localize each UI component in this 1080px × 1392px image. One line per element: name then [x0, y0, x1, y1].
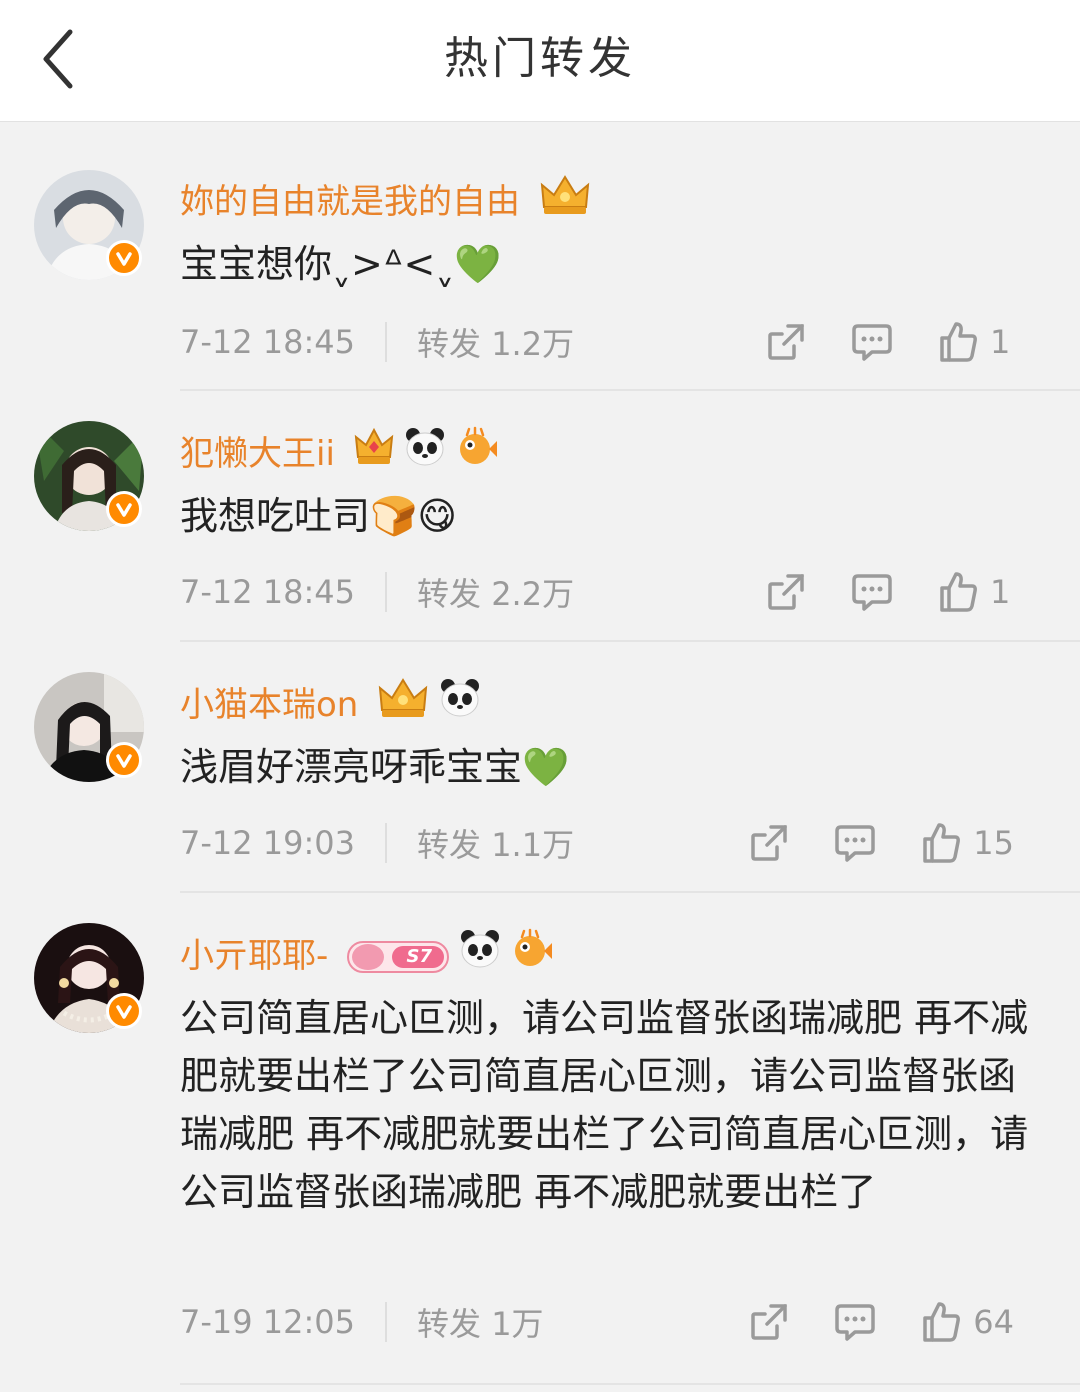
panda-badge-icon [403, 425, 447, 482]
repost-count: 转发 1.1万 [417, 826, 575, 864]
action-bar: 1 [764, 567, 1014, 617]
verified-badge-icon [106, 742, 142, 778]
crown-badge-icon [353, 425, 395, 482]
thumbs-up-icon [923, 823, 961, 863]
share-icon [768, 574, 804, 610]
verified-badge-icon [106, 993, 142, 1029]
comment-icon [835, 825, 876, 862]
action-bar: 15 [747, 818, 1014, 868]
verified-badge-icon [106, 240, 142, 276]
meta-row: 7-12 18:45 转发 1.2万 1 [180, 317, 1050, 367]
share-icon [751, 1304, 788, 1340]
s7-membership-badge-icon: S7 [346, 934, 450, 978]
share-icon [751, 825, 788, 861]
like-count: 64 [973, 1303, 1014, 1341]
repost-count: 转发 1.2万 [417, 325, 575, 363]
verified-badge-icon [106, 491, 142, 527]
username[interactable]: 小亓耶耶- [180, 932, 328, 980]
pufferfish-badge-icon [510, 927, 554, 984]
thumbs-up-icon [940, 572, 977, 612]
username-row[interactable]: 小猫本瑞on [180, 676, 482, 733]
avatar[interactable] [34, 421, 144, 531]
meta-row: 7-12 19:03 转发 1.1万 15 [180, 818, 1050, 868]
comment-button[interactable] [850, 570, 894, 614]
thumbs-up-icon [923, 1302, 961, 1342]
username-row[interactable]: 小亓耶耶- S7 [180, 927, 554, 984]
page-title: 热门转发 [444, 33, 636, 84]
meta-row: 7-19 12:05 转发 1万 64 [180, 1297, 1050, 1347]
repost-content: 宝宝想你ˬ>ᐞ<ˬ💚 [180, 242, 502, 286]
share-button[interactable] [747, 1300, 791, 1344]
top-bar: 热门转发 [0, 0, 1080, 122]
like-button[interactable]: 15 [919, 821, 1014, 865]
panda-badge-icon [458, 927, 502, 984]
timestamp: 7-12 19:03 [180, 824, 356, 862]
repost-count: 转发 1万 [417, 1305, 544, 1343]
separator [385, 823, 388, 863]
repost-item: 犯懒大王ii 我想吃吐司🍞😋 7-12 18:45 转发 2.2万 1 [0, 391, 1080, 642]
timestamp: 7-12 18:45 [180, 573, 356, 611]
like-count: 15 [973, 824, 1014, 862]
divider [180, 1383, 1080, 1385]
comment-button[interactable] [833, 821, 877, 865]
like-button[interactable]: 1 [936, 570, 1014, 614]
like-count: 1 [990, 573, 1011, 611]
like-button[interactable]: 1 [936, 320, 1014, 364]
timestamp: 7-19 12:05 [180, 1303, 356, 1341]
username[interactable]: 犯懒大王ii [180, 430, 335, 478]
username-row[interactable]: 犯懒大王ii [180, 425, 499, 482]
comment-button[interactable] [850, 320, 894, 364]
comment-button[interactable] [833, 1300, 877, 1344]
avatar[interactable] [34, 170, 144, 280]
separator [385, 1302, 388, 1342]
share-button[interactable] [747, 821, 791, 865]
crown-badge-icon [538, 173, 592, 230]
share-icon [768, 324, 804, 360]
pufferfish-badge-icon [455, 425, 499, 482]
comment-icon [852, 574, 892, 611]
like-button[interactable]: 64 [919, 1300, 1014, 1344]
action-bar: 1 [764, 317, 1014, 367]
username-row[interactable]: 妳的自由就是我的自由 [180, 173, 592, 230]
crown-badge-icon [376, 676, 430, 733]
username[interactable]: 妳的自由就是我的自由 [180, 178, 520, 226]
repost-item: 小亓耶耶- S7 公司简直居心叵测，请公司监督张函瑞减肥 再不减肥就要出栏了公司… [0, 893, 1080, 1392]
comment-icon [852, 324, 892, 361]
share-button[interactable] [764, 320, 808, 364]
username[interactable]: 小猫本瑞on [180, 681, 358, 729]
meta-row: 7-12 18:45 转发 2.2万 1 [180, 567, 1050, 617]
thumbs-up-icon [940, 322, 977, 362]
comment-icon [835, 1304, 876, 1341]
repost-item: 小猫本瑞on 浅眉好漂亮呀乖宝宝💚 7-12 19:03 转发 1.1万 15 [0, 642, 1080, 893]
separator [385, 572, 388, 612]
avatar[interactable] [34, 923, 144, 1033]
panda-badge-icon [438, 676, 482, 733]
separator [385, 322, 388, 362]
repost-list: 妳的自由就是我的自由 宝宝想你ˬ>ᐞ<ˬ💚 7-12 18:45 转发 1.2万 [0, 123, 1080, 1392]
avatar[interactable] [34, 672, 144, 782]
s7-text: S7 [406, 945, 433, 967]
repost-content: 公司简直居心叵测，请公司监督张函瑞减肥 再不减肥就要出栏了公司简直居心叵测，请公… [180, 996, 1029, 1214]
share-button[interactable] [764, 570, 808, 614]
timestamp: 7-12 18:45 [180, 323, 356, 361]
repost-content: 我想吃吐司🍞😋 [180, 494, 457, 538]
repost-count: 转发 2.2万 [417, 575, 575, 613]
like-count: 1 [990, 323, 1011, 361]
repost-item: 妳的自由就是我的自由 宝宝想你ˬ>ᐞ<ˬ💚 7-12 18:45 转发 1.2万 [0, 123, 1080, 393]
action-bar: 64 [747, 1297, 1014, 1347]
repost-content: 浅眉好漂亮呀乖宝宝💚 [180, 745, 570, 789]
